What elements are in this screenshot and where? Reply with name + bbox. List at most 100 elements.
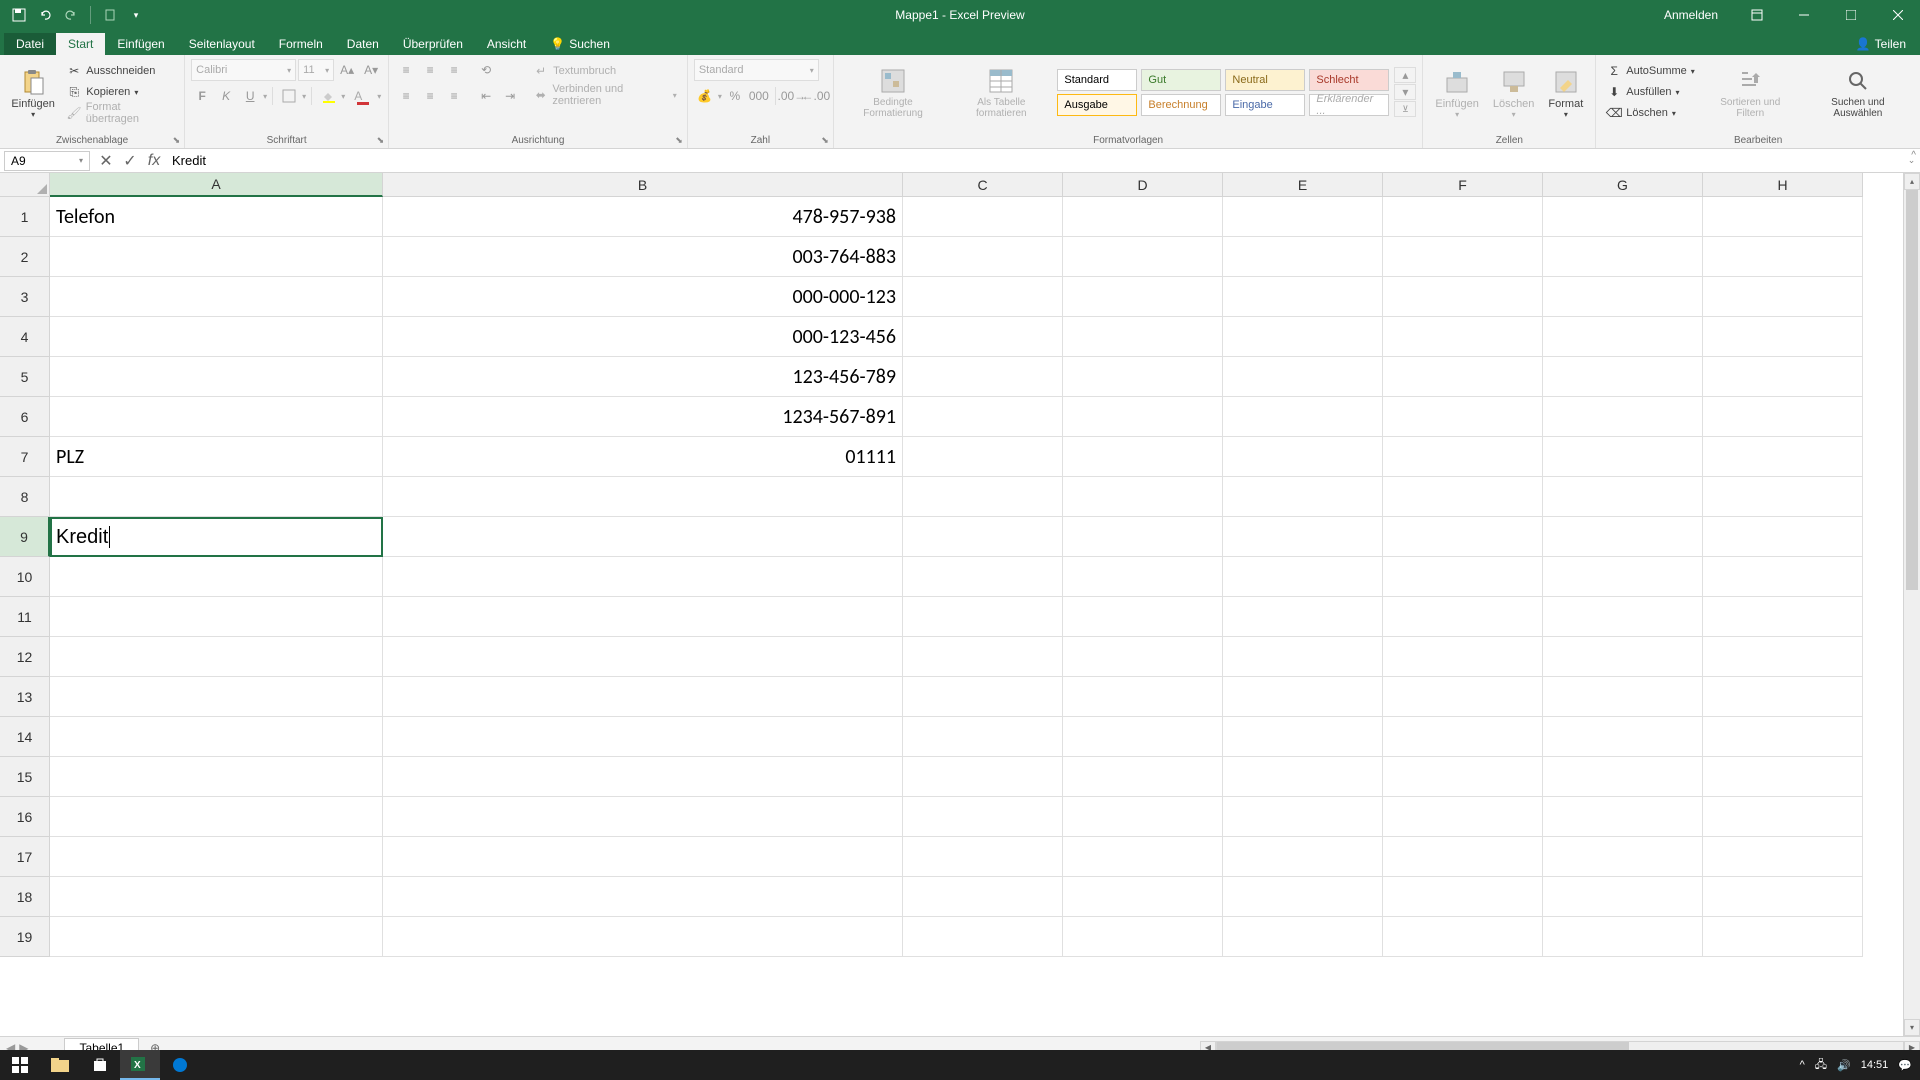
cell-G18[interactable] bbox=[1543, 877, 1703, 917]
cell-H2[interactable] bbox=[1703, 237, 1863, 277]
close-icon[interactable] bbox=[1875, 0, 1920, 30]
column-header-F[interactable]: F bbox=[1383, 173, 1543, 197]
cell-A10[interactable] bbox=[50, 557, 383, 597]
cell-C9[interactable] bbox=[903, 517, 1063, 557]
tab-einfuegen[interactable]: Einfügen bbox=[105, 33, 176, 55]
cell-A4[interactable] bbox=[50, 317, 383, 357]
align-bottom-icon[interactable]: ≡ bbox=[443, 59, 465, 81]
alignment-dialog-icon[interactable]: ⬊ bbox=[675, 135, 683, 146]
share-button[interactable]: 👤Teilen bbox=[1842, 33, 1920, 55]
enter-formula-icon[interactable]: ✓ bbox=[118, 151, 142, 171]
tab-seitenlayout[interactable]: Seitenlayout bbox=[177, 33, 267, 55]
cell-A15[interactable] bbox=[50, 757, 383, 797]
cell-G12[interactable] bbox=[1543, 637, 1703, 677]
row-header-5[interactable]: 5 bbox=[0, 357, 50, 397]
cell-C10[interactable] bbox=[903, 557, 1063, 597]
cell-C11[interactable] bbox=[903, 597, 1063, 637]
cell-H3[interactable] bbox=[1703, 277, 1863, 317]
cell-C17[interactable] bbox=[903, 837, 1063, 877]
format-cells-button[interactable]: Format▾ bbox=[1542, 59, 1589, 125]
bold-button[interactable]: F bbox=[191, 85, 213, 107]
cell-C2[interactable] bbox=[903, 237, 1063, 277]
cell-D18[interactable] bbox=[1063, 877, 1223, 917]
store-icon[interactable] bbox=[80, 1050, 120, 1080]
cell-G5[interactable] bbox=[1543, 357, 1703, 397]
row-header-19[interactable]: 19 bbox=[0, 917, 50, 957]
cell-H16[interactable] bbox=[1703, 797, 1863, 837]
cell-E1[interactable] bbox=[1223, 197, 1383, 237]
tab-daten[interactable]: Daten bbox=[335, 33, 391, 55]
cell-D13[interactable] bbox=[1063, 677, 1223, 717]
cell-H11[interactable] bbox=[1703, 597, 1863, 637]
cell-B3[interactable]: 000-000-123 bbox=[383, 277, 903, 317]
increase-indent-icon[interactable]: ⇥ bbox=[499, 85, 521, 107]
vertical-scrollbar[interactable]: ▴ ▾ bbox=[1903, 173, 1920, 1036]
number-dialog-icon[interactable]: ⬊ bbox=[821, 135, 829, 146]
row-header-7[interactable]: 7 bbox=[0, 437, 50, 477]
cancel-formula-icon[interactable]: ✕ bbox=[94, 151, 118, 171]
column-header-E[interactable]: E bbox=[1223, 173, 1383, 197]
cell-D1[interactable] bbox=[1063, 197, 1223, 237]
cell-C15[interactable] bbox=[903, 757, 1063, 797]
cell-D17[interactable] bbox=[1063, 837, 1223, 877]
cell-F18[interactable] bbox=[1383, 877, 1543, 917]
cell-H4[interactable] bbox=[1703, 317, 1863, 357]
cell-G10[interactable] bbox=[1543, 557, 1703, 597]
cell-B17[interactable] bbox=[383, 837, 903, 877]
style-gut[interactable]: Gut bbox=[1141, 69, 1221, 91]
select-all-corner[interactable] bbox=[0, 173, 50, 197]
cell-E8[interactable] bbox=[1223, 477, 1383, 517]
cell-E5[interactable] bbox=[1223, 357, 1383, 397]
cell-C4[interactable] bbox=[903, 317, 1063, 357]
cell-C8[interactable] bbox=[903, 477, 1063, 517]
copy-button[interactable]: ⎘Kopieren ▾ bbox=[62, 82, 178, 102]
align-right-icon[interactable]: ≡ bbox=[443, 85, 465, 107]
cell-F6[interactable] bbox=[1383, 397, 1543, 437]
cell-D3[interactable] bbox=[1063, 277, 1223, 317]
column-header-B[interactable]: B bbox=[383, 173, 903, 197]
fill-button[interactable]: ⬇Ausfüllen ▾ bbox=[1602, 82, 1699, 102]
cell-D10[interactable] bbox=[1063, 557, 1223, 597]
row-header-16[interactable]: 16 bbox=[0, 797, 50, 837]
cell-A5[interactable] bbox=[50, 357, 383, 397]
tab-datei[interactable]: Datei bbox=[4, 33, 56, 55]
cell-C16[interactable] bbox=[903, 797, 1063, 837]
cell-G7[interactable] bbox=[1543, 437, 1703, 477]
cell-H13[interactable] bbox=[1703, 677, 1863, 717]
align-center-icon[interactable]: ≡ bbox=[419, 85, 441, 107]
cell-A12[interactable] bbox=[50, 637, 383, 677]
cell-E7[interactable] bbox=[1223, 437, 1383, 477]
cell-F10[interactable] bbox=[1383, 557, 1543, 597]
cell-B5[interactable]: 123-456-789 bbox=[383, 357, 903, 397]
underline-button[interactable]: U bbox=[239, 85, 261, 107]
paste-button[interactable]: Einfügen ▾ bbox=[6, 59, 60, 125]
cell-E15[interactable] bbox=[1223, 757, 1383, 797]
cell-E17[interactable] bbox=[1223, 837, 1383, 877]
find-select-button[interactable]: Suchen und Auswählen bbox=[1802, 59, 1914, 125]
ribbon-display-icon[interactable] bbox=[1734, 0, 1779, 30]
row-header-3[interactable]: 3 bbox=[0, 277, 50, 317]
row-header-18[interactable]: 18 bbox=[0, 877, 50, 917]
cell-D9[interactable] bbox=[1063, 517, 1223, 557]
insert-cells-button[interactable]: Einfügen▾ bbox=[1429, 59, 1484, 125]
column-header-C[interactable]: C bbox=[903, 173, 1063, 197]
cell-H6[interactable] bbox=[1703, 397, 1863, 437]
cell-B9[interactable] bbox=[383, 517, 903, 557]
minimize-icon[interactable] bbox=[1781, 0, 1826, 30]
cell-A1[interactable]: Telefon bbox=[50, 197, 383, 237]
redo-icon[interactable] bbox=[60, 4, 82, 26]
cell-D8[interactable] bbox=[1063, 477, 1223, 517]
cell-D12[interactable] bbox=[1063, 637, 1223, 677]
delete-cells-button[interactable]: Löschen▾ bbox=[1487, 59, 1541, 125]
style-berechnung[interactable]: Berechnung bbox=[1141, 94, 1221, 116]
cell-C18[interactable] bbox=[903, 877, 1063, 917]
cell-F15[interactable] bbox=[1383, 757, 1543, 797]
clipboard-dialog-icon[interactable]: ⬊ bbox=[173, 135, 181, 146]
cell-G4[interactable] bbox=[1543, 317, 1703, 357]
cell-G19[interactable] bbox=[1543, 917, 1703, 957]
merge-button[interactable]: ⬌Verbinden und zentrieren ▾ bbox=[529, 85, 681, 105]
cell-E6[interactable] bbox=[1223, 397, 1383, 437]
cell-B11[interactable] bbox=[383, 597, 903, 637]
cell-G14[interactable] bbox=[1543, 717, 1703, 757]
cell-E3[interactable] bbox=[1223, 277, 1383, 317]
